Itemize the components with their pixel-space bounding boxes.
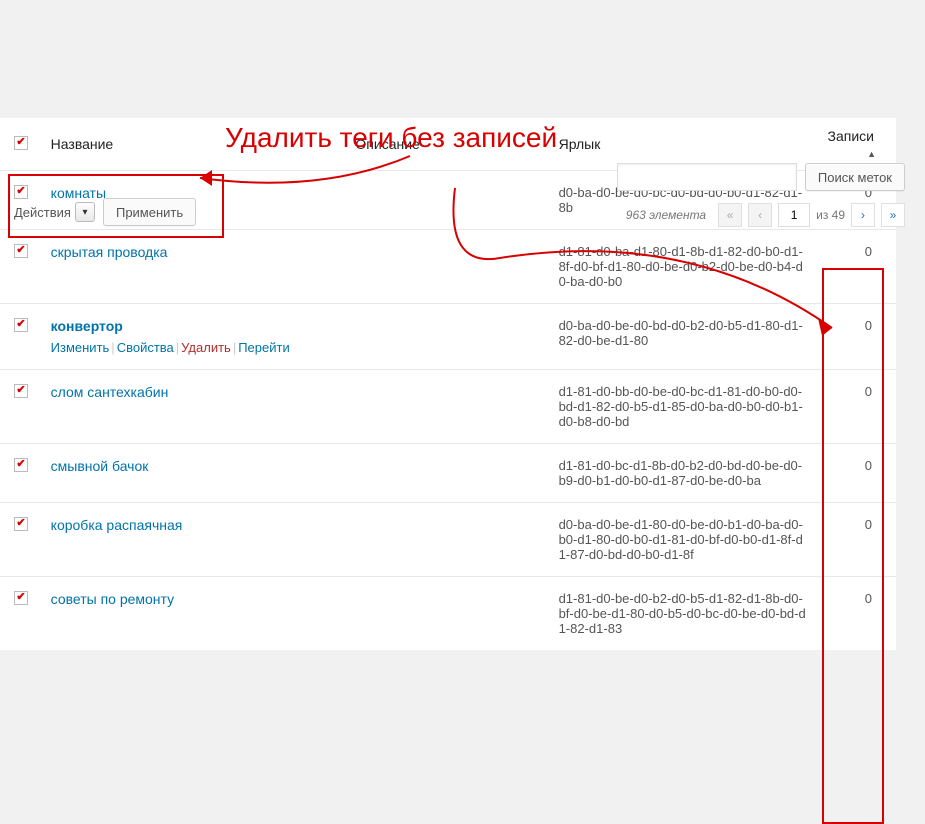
row-count-link[interactable]: 0 xyxy=(865,244,872,259)
row-description xyxy=(347,230,550,304)
row-description xyxy=(347,503,550,577)
table-row: скрытая проводка d1-81-d0-ba-d1-80-d1-8b-… xyxy=(0,230,896,304)
row-checkbox[interactable] xyxy=(14,244,28,258)
row-count-link[interactable]: 0 xyxy=(865,384,872,399)
page-of-text: из 49 xyxy=(816,208,845,222)
row-checkbox[interactable] xyxy=(14,384,28,398)
row-description xyxy=(347,444,550,503)
row-checkbox[interactable] xyxy=(14,591,28,605)
row-title-link[interactable]: скрытая проводка xyxy=(51,244,168,260)
apply-button[interactable]: Применить xyxy=(103,198,196,226)
row-count-link[interactable]: 0 xyxy=(865,591,872,606)
table-row: конвертор Изменить|Свойства|Удалить|Перей… xyxy=(0,304,896,370)
row-checkbox[interactable] xyxy=(14,318,28,332)
row-description xyxy=(347,577,550,651)
row-slug: d0-ba-d0-be-d0-bd-d0-b2-d0-b5-d1-80-d1-8… xyxy=(551,304,815,370)
select-all-checkbox[interactable] xyxy=(14,136,28,150)
row-title-link[interactable]: конвертор xyxy=(51,318,123,334)
row-description xyxy=(347,304,550,370)
row-slug: d1-81-d0-bc-d1-8b-d0-b2-d0-bd-d0-be-d0-b… xyxy=(551,444,815,503)
row-action-view[interactable]: Перейти xyxy=(238,340,290,355)
last-page-button[interactable]: » xyxy=(881,203,905,227)
table-row: слом сантехкабин d1-81-d0-bb-d0-be-d0-bc-… xyxy=(0,370,896,444)
row-actions: Изменить|Свойства|Удалить|Перейти xyxy=(51,340,340,355)
row-count-link[interactable]: 0 xyxy=(865,517,872,532)
row-slug: d1-81-d0-ba-d1-80-d1-8b-d1-82-d0-b0-d1-8… xyxy=(551,230,815,304)
annotation-title: Удалить теги без записей xyxy=(225,122,557,154)
items-count: 963 элемента xyxy=(626,208,706,222)
table-row: смывной бачок d1-81-d0-bc-d1-8b-d0-b2-d0-… xyxy=(0,444,896,503)
next-page-button[interactable]: › xyxy=(851,203,875,227)
pagination: 963 элемента « ‹ из 49 › » xyxy=(626,203,905,227)
row-title-link[interactable]: коробка распаячная xyxy=(51,517,183,533)
row-title-link[interactable]: советы по ремонту xyxy=(51,591,174,607)
row-description xyxy=(347,370,550,444)
row-slug: d1-81-d0-be-d0-b2-d0-b5-d1-82-d1-8b-d0-b… xyxy=(551,577,815,651)
row-count-link[interactable]: 0 xyxy=(865,458,872,473)
row-checkbox[interactable] xyxy=(14,185,28,199)
row-action-delete[interactable]: Удалить xyxy=(181,340,231,355)
search-input[interactable] xyxy=(617,163,797,191)
table-row: коробка распаячная d0-ba-d0-be-d1-80-d0-b… xyxy=(0,503,896,577)
row-description xyxy=(347,171,550,230)
row-title-link[interactable]: смывной бачок xyxy=(51,458,149,474)
row-checkbox[interactable] xyxy=(14,458,28,472)
row-title-link[interactable]: слом сантехкабин xyxy=(51,384,169,400)
sort-asc-icon: ▲ xyxy=(867,149,876,159)
row-action-properties[interactable]: Свойства xyxy=(117,340,174,355)
row-slug: d0-ba-d0-be-d1-80-d0-be-d0-b1-d0-ba-d0-b… xyxy=(551,503,815,577)
row-count-link[interactable]: 0 xyxy=(865,318,872,333)
row-action-edit[interactable]: Изменить xyxy=(51,340,110,355)
bulk-actions-label: Действия xyxy=(14,205,75,220)
prev-page-button[interactable]: ‹ xyxy=(748,203,772,227)
search-button[interactable]: Поиск меток xyxy=(805,163,905,191)
current-page-input[interactable] xyxy=(778,203,810,227)
bulk-actions-dropdown[interactable]: ▾ xyxy=(75,202,95,222)
chevron-down-icon: ▾ xyxy=(82,207,87,218)
table-row: советы по ремонту d1-81-d0-be-d0-b2-d0-b5… xyxy=(0,577,896,651)
first-page-button[interactable]: « xyxy=(718,203,742,227)
row-checkbox[interactable] xyxy=(14,517,28,531)
row-slug: d1-81-d0-bb-d0-be-d0-bc-d1-81-d0-b0-d0-b… xyxy=(551,370,815,444)
